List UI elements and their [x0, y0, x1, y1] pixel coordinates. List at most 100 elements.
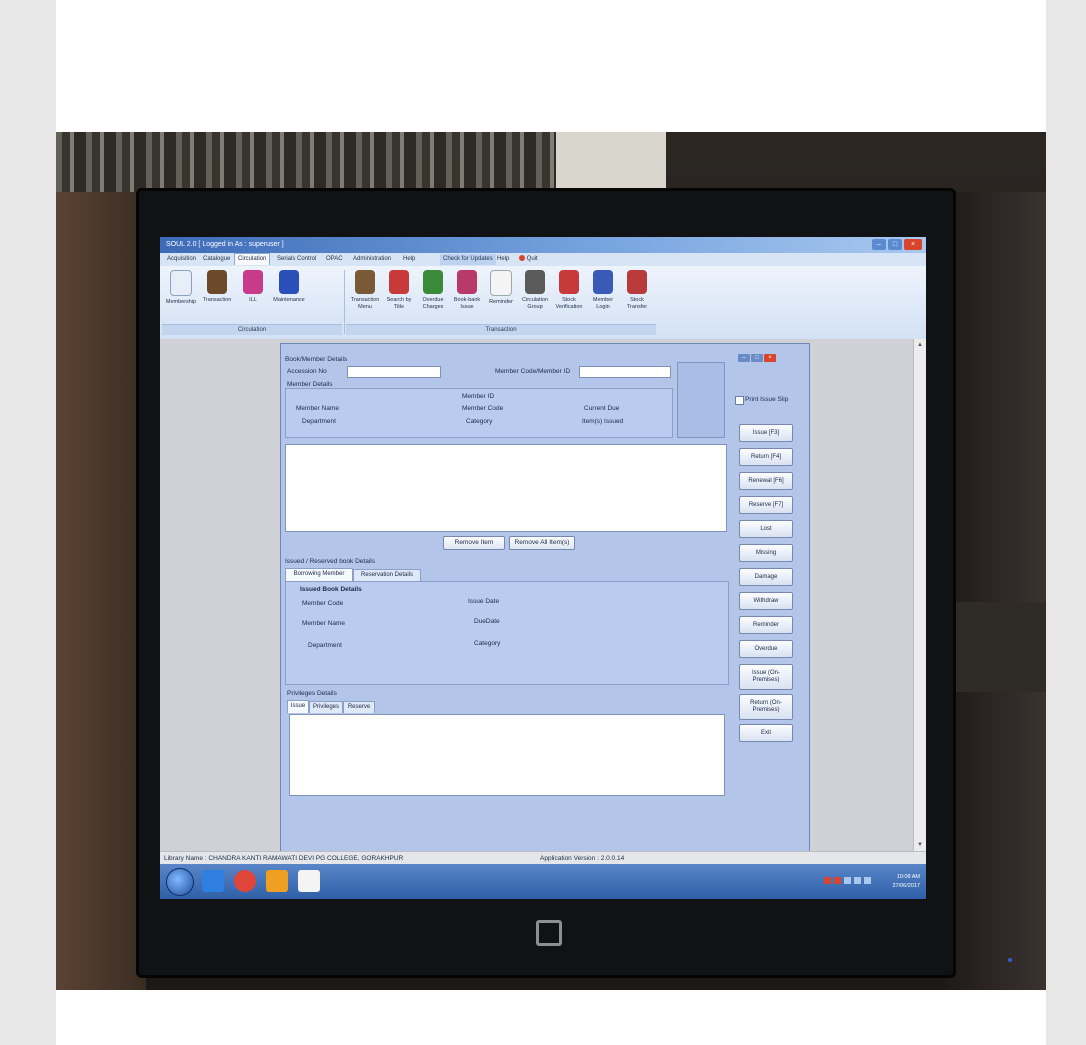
close-button[interactable]: ×: [904, 239, 922, 250]
tab-borrowing-member[interactable]: Borrowing Member: [285, 568, 353, 581]
tray-volume-icon[interactable]: [864, 877, 871, 884]
ie-icon[interactable]: [202, 870, 224, 892]
maximize-button[interactable]: □: [888, 239, 902, 250]
stock-transfer-label: Stock Transfer: [626, 297, 648, 310]
menu-serials-control[interactable]: Serials Control: [274, 254, 319, 265]
chrome-icon[interactable]: [234, 870, 256, 892]
transaction-menu-button[interactable]: Transaction Menu: [348, 268, 382, 320]
member-details-legend: Member Details: [287, 381, 333, 388]
search-by-title-label: Search by Title: [386, 297, 412, 310]
menu-help[interactable]: Help: [400, 254, 418, 265]
media-player-icon[interactable]: [266, 870, 288, 892]
search-by-title-button[interactable]: Search by Title: [382, 268, 416, 320]
exit-button[interactable]: Exit: [739, 724, 793, 742]
items-list[interactable]: [285, 444, 727, 532]
overdue-charges-button[interactable]: Overdue Charges: [416, 268, 450, 320]
workspace: – □ × Book/Member Details Accession No Mem…: [160, 339, 926, 853]
scroll-up-arrow-icon[interactable]: ▲: [914, 339, 926, 351]
menu-catalogue[interactable]: Catalogue: [200, 254, 233, 265]
current-due-label: Current Due: [584, 405, 620, 412]
book-member-details-legend: Book/Member Details: [285, 356, 348, 363]
scroll-down-arrow-icon[interactable]: ▼: [914, 839, 926, 851]
tray-shield-icon[interactable]: [834, 877, 841, 884]
workspace-scrollbar[interactable]: ▲ ▼: [913, 339, 926, 851]
quit-button[interactable]: Quit: [516, 254, 541, 265]
stock-transfer-icon: [627, 270, 647, 294]
membership-icon: [170, 270, 192, 296]
menu-acquisition[interactable]: Acquisition: [164, 254, 199, 265]
due-date-label: DueDate: [474, 618, 500, 625]
quit-label: Quit: [526, 256, 538, 262]
menu-opac[interactable]: OPAC: [323, 254, 346, 265]
remove-item-button[interactable]: Remove Item: [443, 536, 505, 550]
reserve-button[interactable]: Reserve [F7]: [739, 496, 793, 514]
maintenance-button[interactable]: Maintenance: [272, 268, 306, 320]
book-bank-issue-button[interactable]: Book-bank Issue: [450, 268, 484, 320]
reminder-label: Reminder: [489, 299, 513, 305]
issue-date-label: Issue Date: [468, 598, 500, 605]
items-issued-label: Item(s) Issued: [582, 418, 624, 425]
damage-button[interactable]: Damage: [739, 568, 793, 586]
lost-button[interactable]: Lost: [739, 520, 793, 538]
privileges-list[interactable]: [289, 714, 725, 796]
return-on-premises-button[interactable]: Return (On-Premises): [739, 694, 793, 720]
member-code-input[interactable]: [579, 366, 671, 378]
window-light: [556, 132, 666, 190]
member-code-label: Member Code/Member ID: [495, 368, 571, 375]
child-maximize-button[interactable]: □: [751, 354, 763, 362]
member-login-icon: [593, 270, 613, 294]
issue-return-window: – □ × Book/Member Details Accession No Mem…: [280, 343, 810, 853]
child-close-button[interactable]: ×: [764, 354, 776, 362]
transaction-menu-icon: [355, 270, 375, 294]
category-label: Category: [466, 418, 493, 425]
tray-flag-icon[interactable]: [844, 877, 851, 884]
check-for-updates-button[interactable]: Check for Updates: [440, 254, 496, 265]
transaction-person-icon: [207, 270, 227, 294]
return-button[interactable]: Return [F4]: [739, 448, 793, 466]
print-issue-slip-checkbox[interactable]: [735, 396, 744, 405]
start-button[interactable]: [166, 868, 194, 896]
menu-administration[interactable]: Administration: [350, 254, 394, 265]
stock-verification-button[interactable]: Stock Verification: [552, 268, 586, 320]
member-name-label: Member Name: [296, 405, 339, 412]
screen: SOUL 2.0 [ Logged in As : superuser ] – …: [160, 237, 926, 899]
stock-transfer-button[interactable]: Stock Transfer: [620, 268, 654, 320]
ribbon: Membership Transaction ILL Maintenance C…: [160, 266, 926, 340]
accession-no-input[interactable]: [347, 366, 441, 378]
tab-reservation-details[interactable]: Reservation Details: [353, 569, 421, 581]
reminder-side-button[interactable]: Reminder: [739, 616, 793, 634]
member-login-label: Member Login: [592, 297, 614, 310]
issued-reserved-legend: Issued / Reserved book Details: [285, 558, 375, 565]
tray-network-icon[interactable]: [854, 877, 861, 884]
tab-privileges[interactable]: Privileges: [309, 701, 343, 713]
clock-date[interactable]: 27/06/2017: [892, 882, 920, 890]
tray-alert-icon[interactable]: [824, 877, 831, 884]
withdraw-button[interactable]: Withdraw: [739, 592, 793, 610]
help-button[interactable]: Help: [494, 254, 512, 265]
system-tray: 10:08 AM 27/06/2017: [820, 869, 920, 893]
renewal-button[interactable]: Renewal [F6]: [739, 472, 793, 490]
clock-time[interactable]: 10:08 AM: [897, 873, 920, 881]
issue-button[interactable]: Issue [F3]: [739, 424, 793, 442]
tab-issue[interactable]: Issue: [287, 700, 309, 713]
tab-reserve[interactable]: Reserve: [343, 701, 375, 713]
member-login-button[interactable]: Member Login: [586, 268, 620, 320]
overdue-charges-icon: [423, 270, 443, 294]
menu-circulation[interactable]: Circulation: [234, 253, 271, 265]
issue-on-premises-button[interactable]: Issue (On-Premises): [739, 664, 793, 690]
transaction-button[interactable]: Transaction: [200, 268, 234, 320]
remove-all-items-button[interactable]: Remove All Item(s): [509, 536, 575, 550]
overdue-button[interactable]: Overdue: [739, 640, 793, 658]
reminder-button[interactable]: Reminder: [484, 268, 518, 320]
circulation-group-icon: [525, 270, 545, 294]
missing-button[interactable]: Missing: [739, 544, 793, 562]
soul-icon[interactable]: [298, 870, 320, 892]
circulation-group-button[interactable]: Circulation Group: [518, 268, 552, 320]
membership-button[interactable]: Membership: [164, 268, 198, 320]
circulation-group-label: Circulation: [162, 324, 342, 335]
ill-button[interactable]: ILL: [236, 268, 270, 320]
minimize-button[interactable]: –: [872, 239, 886, 250]
status-bar: Library Name : CHANDRA KANTI RAMAWATI DE…: [160, 851, 926, 865]
child-minimize-button[interactable]: –: [738, 354, 750, 362]
menu-bar: Acquisition Catalogue Circulation Serial…: [160, 253, 926, 266]
